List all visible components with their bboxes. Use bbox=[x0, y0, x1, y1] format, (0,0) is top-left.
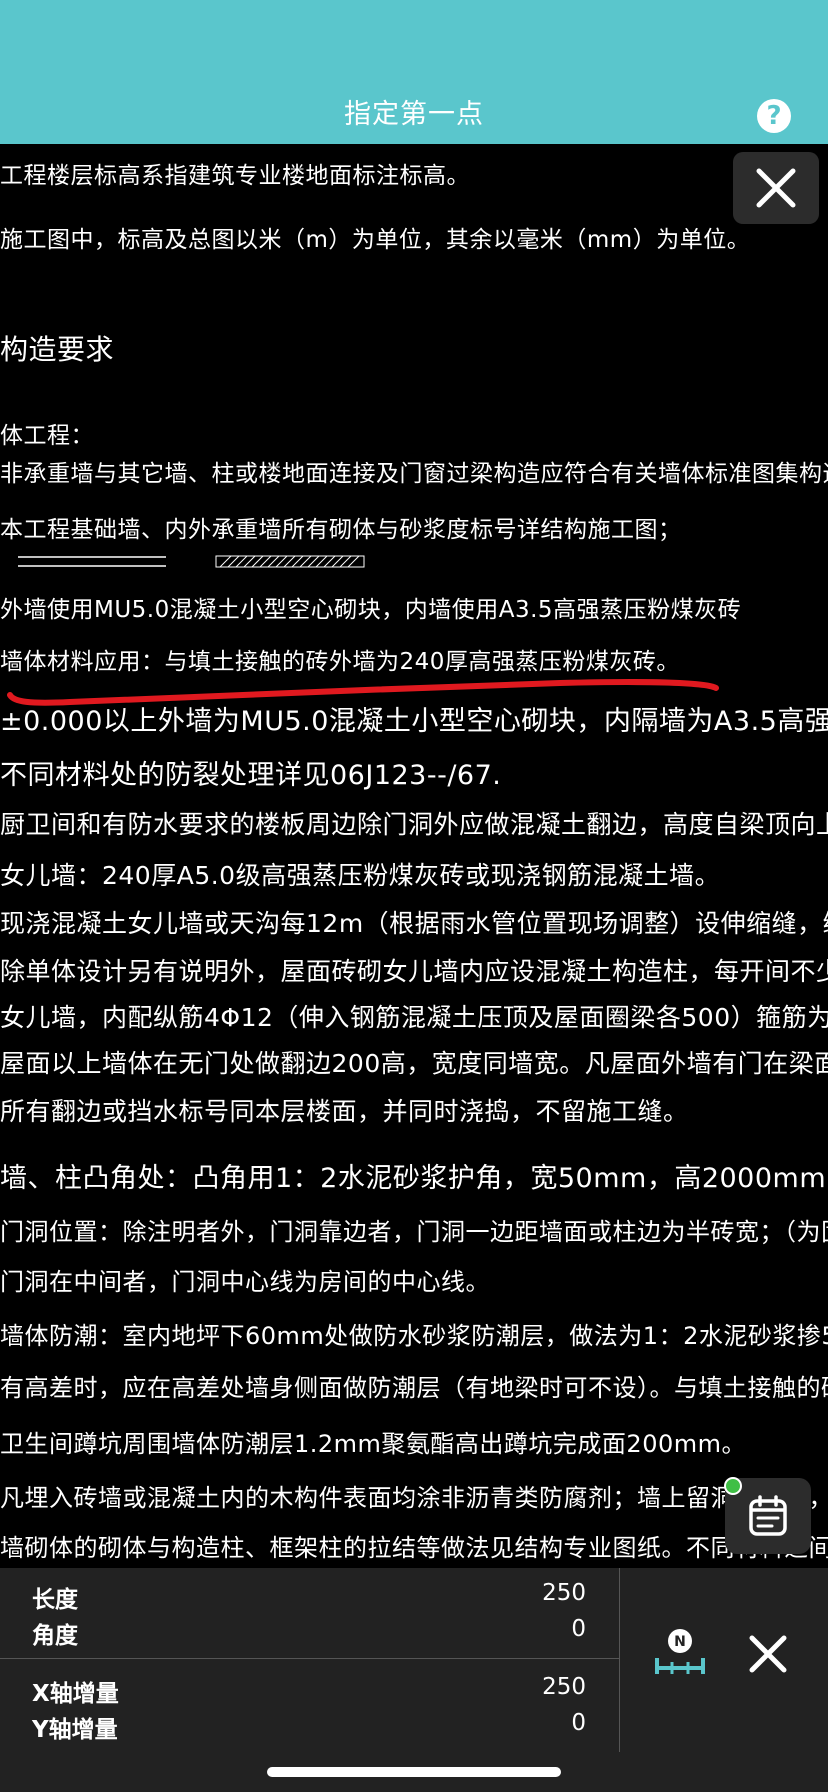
close-panel-icon[interactable] bbox=[748, 1634, 788, 1674]
doc-line-9: ±0.000以上外墙为MU5.0混凝土小型空心砌块，内隔墙为A3.5高强蒸压 bbox=[0, 706, 828, 737]
y-increment-value[interactable]: 0 bbox=[571, 1710, 586, 1736]
panel-divider-horizontal bbox=[0, 1658, 619, 1659]
doc-line-16: 屋面以上墙体在无门处做翻边200高，宽度同墙宽。凡屋面外墙有门在梁面处均 bbox=[0, 1049, 828, 1078]
doc-line-6: 本工程基础墙、内外承重墙所有砌体与砂浆度标号详结构施工图； bbox=[0, 517, 682, 543]
doc-line-24: 凡埋入砖墙或混凝土内的木构件表面均涂非沥青类防腐剂；墙上留洞、穿管， bbox=[0, 1484, 828, 1512]
doc-line-2: 施工图中，标高及总图以米（m）为单位，其余以毫米（mm）为单位。 bbox=[0, 227, 751, 253]
angle-label: 角度 bbox=[32, 1623, 78, 1649]
length-label: 长度 bbox=[32, 1587, 78, 1613]
page-title: 指定第一点 bbox=[344, 99, 484, 130]
doc-line-4: 体工程： bbox=[0, 423, 94, 449]
doc-line-18: 墙、柱凸角处：凸角用1：2水泥砂浆护角，宽50mm，高2000mm，做成 bbox=[0, 1163, 828, 1194]
doc-line-22: 有高差时，应在高差处墙身侧面做防潮层（有地梁时可不设）。与填土接触的砖外墙做 bbox=[0, 1374, 828, 1402]
x-increment-label: X轴增量 bbox=[32, 1681, 119, 1707]
doc-line-12: 女儿墙：240厚A5.0级高强蒸压粉煤灰砖或现浇钢筋混凝土墙。 bbox=[0, 861, 721, 890]
close-icon bbox=[756, 168, 796, 208]
y-increment-label: Y轴增量 bbox=[32, 1717, 118, 1743]
material-legend bbox=[18, 555, 365, 568]
doc-line-1: 工程楼层标高系指建筑专业楼地面标注标高。 bbox=[0, 163, 470, 189]
doc-line-15: 女儿墙，内配纵筋4Φ12（伸入钢筋混凝土压顶及屋面圈梁各500）箍筋为Φ6@20… bbox=[0, 1003, 828, 1032]
doc-line-17: 所有翻边或挡水标号同本层楼面，并同时浇捣，不留施工缝。 bbox=[0, 1097, 689, 1126]
angle-value[interactable]: 0 bbox=[571, 1616, 586, 1642]
svg-text:N: N bbox=[674, 1634, 686, 1650]
doc-line-20: 门洞在中间者，门洞中心线为房间的中心线。 bbox=[0, 1268, 490, 1296]
top-bar: 指定第一点 ? bbox=[0, 0, 828, 144]
doc-line-13: 现浇混凝土女儿墙或天沟每12m（根据雨水管位置现场调整）设伸缩缝，缝宽2 bbox=[0, 909, 828, 938]
calendar-icon bbox=[749, 1495, 787, 1536]
doc-line-23: 卫生间蹲坑周围墙体防潮层1.2mm聚氨酯高出蹲坑完成面200mm。 bbox=[0, 1430, 746, 1458]
doc-line-11: 厨卫间和有防水要求的楼板周边除门洞外应做混凝土翻边，高度自梁顶向上200高，与墙… bbox=[0, 810, 828, 839]
home-indicator bbox=[267, 1767, 561, 1777]
length-value[interactable]: 250 bbox=[542, 1580, 586, 1606]
north-scale-icon[interactable]: N bbox=[654, 1628, 706, 1676]
doc-line-5: 非承重墙与其它墙、柱或楼地面连接及门窗过梁构造应符合有关墙体标准图集构造的规 bbox=[0, 461, 828, 487]
measurement-panel: 长度 250 角度 0 X轴增量 250 Y轴增量 0 N bbox=[0, 1568, 828, 1792]
doc-line-10: 不同材料处的防裂处理详见06J123--/67. bbox=[0, 760, 502, 791]
close-button[interactable] bbox=[733, 152, 819, 224]
notification-dot bbox=[724, 1477, 742, 1495]
doc-line-7: 外墙使用MU5.0混凝土小型空心砌块，内墙使用A3.5高强蒸压粉煤灰砖 bbox=[0, 597, 742, 623]
section-heading: 构造要求 bbox=[0, 333, 115, 366]
question-icon[interactable]: ? bbox=[757, 99, 791, 133]
panel-divider-vertical bbox=[619, 1568, 620, 1752]
x-increment-value[interactable]: 250 bbox=[542, 1674, 586, 1700]
doc-line-21: 墙体防潮：室内地坪下60mm处做防水砂浆防潮层，做法为1：2水泥砂浆掺5%防水剂 bbox=[0, 1322, 828, 1350]
doc-line-14: 除单体设计另有说明外，屋面砖砌女儿墙内应设混凝土构造柱，每开间不少于一 bbox=[0, 957, 828, 986]
drawing-canvas[interactable]: 工程楼层标高系指建筑专业楼地面标注标高。 施工图中，标高及总图以米（m）为单位，… bbox=[0, 144, 828, 1568]
doc-line-19: 门洞位置：除注明者外，门洞靠边者，门洞一边距墙面或柱边为半砖宽；（为固定牢固，每 bbox=[0, 1218, 828, 1246]
doc-line-25: 墙砌体的砌体与构造柱、框架柱的拉结等做法见结构专业图纸。不同材料之间的防裂处理 bbox=[0, 1534, 828, 1562]
